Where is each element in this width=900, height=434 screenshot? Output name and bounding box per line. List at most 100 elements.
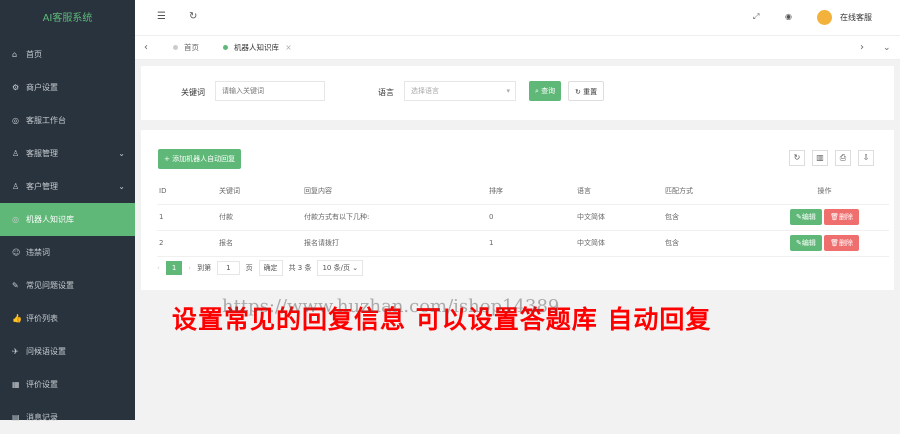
confirm-button[interactable]: 确定 [258,260,283,276]
table-cell: 付款方式有以下几种: [304,213,370,221]
column-header: 回复内容 [304,186,332,195]
query-button[interactable]: ⌕ 查询 [529,81,562,101]
avatar[interactable] [817,10,832,25]
table-cell: 包含 [665,239,679,247]
fullscreen-icon[interactable]: ⤢ [753,12,759,22]
sidebar-item-label: 评价列表 [26,314,58,323]
sidebar-item-label: 客服管理 [26,149,58,158]
table-cell: 1 [159,213,164,221]
sidebar-item-label: 违禁词 [26,248,50,257]
sidebar-icon: ⚙ [12,83,20,92]
app-logo: AI客服系统 [42,13,93,24]
next-page-icon[interactable]: › [188,264,191,272]
add-robot-reply-button[interactable]: + 添加机器人自动回复 [158,149,242,169]
chevron-down-icon: ⌄ [118,149,125,158]
table-cell: 2 [159,239,164,247]
table-cell: 1 [489,239,494,247]
sidebar-item-0[interactable]: ⌂ 首页 [0,38,135,71]
sidebar: AI客服系统 ⌂ 首页 ⚙ 商户设置 ◎ 客服工作台 ♙ 客服管理 ⌄ ♙ 客户管理 ⌄ ◎ 机器人知识库… [0,0,135,422]
table-row: 2 报名 报名请拨打 1 中文简体 包含 ✎编辑 🗑删除 [157,230,889,256]
sidebar-icon: ◎ [12,215,19,224]
search-panel: 关键词 语言 选择语言▾ ⌕ 查询 ↻ 重置 [141,66,894,120]
tab-bar: ‹ 首页 机器人知识库 × › ⌄ [135,36,900,60]
table-row: 1 付款 付款方式有以下几种: 0 中文简体 包含 ✎编辑 🗑删除 [157,204,889,230]
goto-label: 到第 [197,264,212,272]
table-cell: 报名请拨打 [304,239,339,247]
column-header: ID [159,186,167,195]
sidebar-item-label: 商户设置 [26,83,58,92]
export-icon[interactable]: ⇩ [858,150,874,166]
sidebar-item-label: 常见问题设置 [26,281,74,290]
total-count: 共 3 条 [288,264,312,272]
table-cell: 包含 [665,213,679,221]
reset-button[interactable]: ↻ 重置 [568,81,605,101]
sidebar-item-6[interactable]: ☺ 违禁词 [0,236,135,269]
tab-robot-knowledge[interactable]: 机器人知识库 × [223,36,292,60]
keyword-input[interactable] [215,81,325,101]
sidebar-icon: ▤ [12,413,20,422]
column-header: 操作 [817,186,832,195]
table-cell: 0 [489,213,494,221]
sidebar-icon: ✈ [12,347,19,356]
sidebar-item-label: 评价设置 [26,380,58,389]
print-icon[interactable]: ⎙ [835,150,851,166]
column-header: 语言 [577,186,591,195]
sidebar-item-7[interactable]: ✎ 常见问题设置 [0,269,135,302]
delete-button[interactable]: 🗑删除 [824,235,859,251]
prev-page-icon[interactable]: ‹ [157,264,160,272]
language-label: 语言 [378,88,394,97]
sidebar-item-9[interactable]: ✈ 问候语设置 [0,335,135,368]
page-input[interactable]: 1 [217,261,240,275]
sidebar-icon: ♙ [12,182,20,191]
refresh-icon[interactable]: ↻ [189,11,197,22]
sidebar-icon: 👍 [12,314,22,323]
sidebar-item-5[interactable]: ◎ 机器人知识库 [0,203,135,236]
sidebar-item-8[interactable]: 👍 评价列表 [0,302,135,335]
sidebar-item-4[interactable]: ♙ 客户管理 ⌄ [0,170,135,203]
sidebar-item-label: 问候语设置 [26,347,66,356]
column-header: 关键词 [219,186,240,195]
page-1[interactable]: 1 [165,261,183,275]
sidebar-icon: ◎ [12,116,19,125]
watermark: https://www.huzhan.com/ishop14389 [222,296,560,317]
sidebar-item-3[interactable]: ♙ 客服管理 ⌄ [0,137,135,170]
menu-toggle-icon[interactable]: ☰ [157,11,166,22]
tab-home[interactable]: 首页 [173,36,199,60]
tab-prev-icon[interactable]: ‹ [144,36,148,60]
sidebar-item-label: 机器人知识库 [26,215,74,224]
pagination: ‹ 1 › 到第 1 页 确定 共 3 条 10 条/页 ⌄ [157,260,364,276]
table-cell: 中文简体 [577,239,605,247]
chevron-down-icon: ⌄ [118,182,125,191]
page-unit: 页 [245,264,253,272]
sidebar-item-1[interactable]: ⚙ 商户设置 [0,71,135,104]
tab-dropdown-icon[interactable]: ⌄ [883,36,891,60]
actions-cell: ✎编辑 🗑删除 [758,230,889,256]
sidebar-icon: ⌂ [12,50,18,59]
table-cell: 报名 [219,239,233,247]
table-cell: 付款 [219,213,233,221]
refresh-icon[interactable]: ↻ [789,150,805,166]
table-panel: + 添加机器人自动回复 ↻ ▥ ⎙ ⇩ ID 关键词 回复内容 排序 语言 匹配方式 操作 … [141,130,894,290]
tab-next-icon[interactable]: › [860,36,864,60]
sidebar-item-label: 客服工作台 [26,116,66,125]
theme-icon[interactable]: ◉ [785,12,792,21]
sidebar-icon: ✎ [12,281,19,290]
edit-button[interactable]: ✎编辑 [790,209,822,225]
language-select[interactable]: 选择语言 ▾ [404,81,516,101]
sidebar-item-10[interactable]: ▦ 评价设置 [0,368,135,401]
sidebar-icon: ☺ [12,248,21,257]
table-cell: 中文简体 [577,213,605,221]
edit-button[interactable]: ✎编辑 [790,235,822,251]
delete-button[interactable]: 🗑删除 [824,209,859,225]
keyword-label: 关键词 [181,88,205,97]
sidebar-item-2[interactable]: ◎ 客服工作台 [0,104,135,137]
sidebar-icon: ♙ [12,149,20,158]
actions-cell: ✎编辑 🗑删除 [758,204,889,230]
close-icon[interactable]: × [285,43,291,52]
columns-icon[interactable]: ▥ [812,150,828,166]
knowledge-table: ID 关键词 回复内容 排序 语言 匹配方式 操作 1 付款 付款方式有以下几种: 0 中文简体 包含… [157,178,889,257]
user-name[interactable]: 在线客服 [840,12,872,23]
column-header: 排序 [489,186,503,195]
sidebar-item-11[interactable]: ▤ 消息记录 [0,401,135,434]
per-page-select[interactable]: 10 条/页 ⌄ [317,260,364,276]
